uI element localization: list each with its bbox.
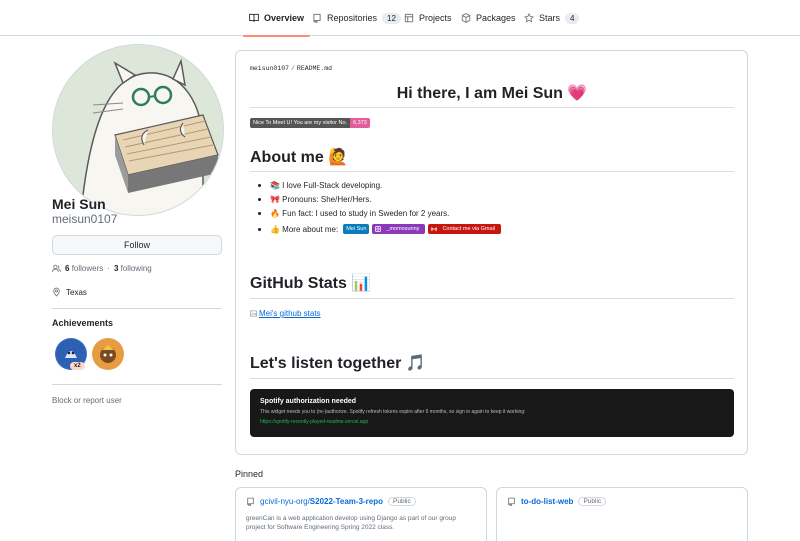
achievement-badge-yolo[interactable] <box>92 338 124 370</box>
stars-count: 4 <box>565 12 580 24</box>
tab-packages[interactable]: Packages <box>461 0 516 36</box>
readme-path-file[interactable]: README.md <box>297 65 332 72</box>
followers-label: followers <box>71 264 104 273</box>
location-pin-icon <box>53 287 60 297</box>
followers-count: 6 <box>65 264 70 273</box>
follow-separator: · <box>107 264 110 273</box>
following-label: following <box>120 264 152 273</box>
achievement-badge-icon <box>93 339 123 369</box>
readme-path: meisun0107/README.md <box>250 65 332 72</box>
left-divider <box>52 308 222 309</box>
repo-icon <box>313 13 321 23</box>
heading-rule <box>250 107 734 108</box>
readme-path-user[interactable]: meisun0107 <box>250 65 289 72</box>
visitor-badge-value: 6,373 <box>350 118 370 128</box>
profile-tabs: Overview Repositories 12 Projects Packag… <box>0 0 800 37</box>
heading-rule <box>250 298 734 299</box>
list-item: 📚 I love Full-Stack developing. <box>258 181 382 190</box>
tab-stars[interactable]: Stars 4 <box>524 0 580 36</box>
spotify-text: This widget needs you to (re-)authorize.… <box>260 409 526 415</box>
book-icon <box>249 13 259 22</box>
pinned-card: gcivil-nyu-org/S2022-Team-3-repo Public … <box>235 487 487 541</box>
list-item: 👍 More about me: Mei Sun _momosunny Cont… <box>258 224 502 234</box>
heading-rule <box>250 171 734 172</box>
star-icon <box>524 13 534 23</box>
people-icon <box>52 264 61 272</box>
left-divider <box>52 384 222 385</box>
visibility-badge: Public <box>578 497 607 506</box>
achievement-multiplier: x2 <box>70 362 85 370</box>
location-text: Texas <box>66 287 87 297</box>
pinned-card: to-do-list-web Public <box>496 487 748 541</box>
profile-location: Texas <box>52 287 87 297</box>
pinned-repo-description: greenCan is a web application develop us… <box>246 515 456 532</box>
tab-overview-label: Overview <box>264 13 305 23</box>
repositories-count: 12 <box>382 12 401 24</box>
tab-projects[interactable]: Projects <box>404 0 452 36</box>
readme-box: meisun0107/README.md Hi there, I am Mei … <box>235 50 748 455</box>
readme-heading: Hi there, I am Mei Sun 💗 <box>396 85 588 102</box>
followers-link[interactable]: 6 followers <box>65 264 103 273</box>
tab-stars-label: Stars <box>539 13 561 23</box>
pinned-title: Pinned <box>235 469 264 479</box>
pinned-repo-link[interactable]: gcivil-nyu-org/S2022-Team-3-repo <box>260 497 383 506</box>
about-heading: About me 🙋 <box>250 149 349 166</box>
name-badge[interactable]: Mei Sun <box>343 224 370 234</box>
spotify-title: Spotify authorization needed <box>260 398 357 405</box>
instagram-icon <box>375 226 382 232</box>
pinned-repo-name: S2022-Team-3-repo <box>309 497 384 506</box>
stats-heading: GitHub Stats 📊 <box>250 275 372 292</box>
heading-rule <box>250 378 734 379</box>
follow-button[interactable]: Follow <box>52 235 222 255</box>
listen-heading: Let's listen together 🎵 <box>250 355 426 372</box>
follow-stats: 6 followers · 3 following <box>52 264 152 273</box>
table-icon <box>404 13 414 23</box>
visitor-badge-label: Nice To Meet U! You are my visitor No. <box>250 118 351 128</box>
instagram-badge[interactable]: _momosunny <box>372 224 426 234</box>
list-item: 🎀 Pronouns: She/Her/Hers. <box>258 195 372 204</box>
visitor-badge: Nice To Meet U! You are my visitor No. 6… <box>250 118 370 128</box>
gmail-icon <box>431 227 438 231</box>
spotify-link[interactable]: https://spotify-recently-played-readme.v… <box>260 419 724 425</box>
following-link[interactable]: 3 following <box>114 264 152 273</box>
repo-icon <box>508 497 515 506</box>
following-count: 3 <box>113 264 119 273</box>
pinned-repo-owner: gcivil-nyu-org/ <box>260 497 310 506</box>
avatar-cat-illustration <box>53 45 223 215</box>
readme-path-separator: / <box>291 65 295 72</box>
spotify-widget[interactable]: Spotify authorization needed This widget… <box>250 389 734 437</box>
profile-login: meisun0107 <box>52 212 118 226</box>
gmail-badge[interactable]: Contact me via Gmail <box>428 224 502 234</box>
achievements-title: Achievements <box>52 318 114 328</box>
list-item: 🔥 Fun fact: I used to study in Sweden fo… <box>258 209 449 218</box>
github-stats-image-link[interactable]: Mei's github stats <box>250 309 321 318</box>
visibility-badge: Public <box>388 497 416 506</box>
repo-icon <box>247 497 254 506</box>
tab-projects-label: Projects <box>419 13 452 23</box>
avatar[interactable] <box>52 44 224 216</box>
tab-packages-label: Packages <box>476 13 516 23</box>
package-icon <box>461 13 471 23</box>
github-stats-alt: Mei's github stats <box>259 309 321 318</box>
pinned-repo-name: to-do-list-web <box>521 497 574 506</box>
profile-name: Mei Sun <box>52 196 106 212</box>
tab-repositories[interactable]: Repositories 12 <box>312 0 401 36</box>
tab-overview[interactable]: Overview <box>242 0 311 37</box>
tab-repositories-label: Repositories <box>327 13 378 23</box>
block-report-link[interactable]: Block or report user <box>52 396 122 405</box>
pinned-repo-link[interactable]: to-do-list-web <box>521 497 573 506</box>
broken-image-icon <box>250 310 257 317</box>
